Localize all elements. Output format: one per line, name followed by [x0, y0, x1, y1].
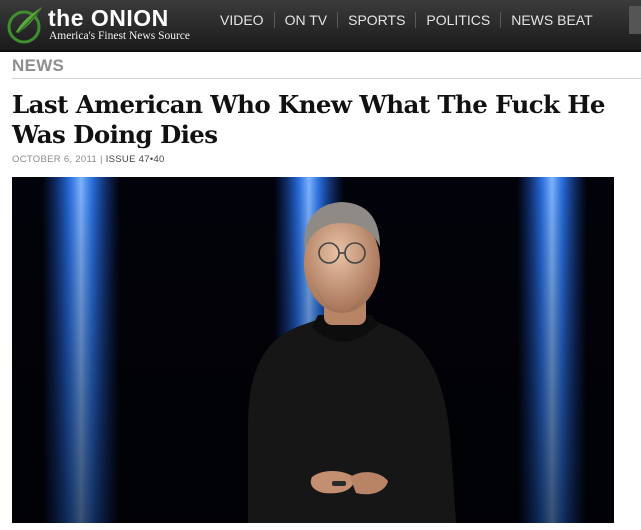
- article-date: OCTOBER 6, 2011: [12, 154, 97, 165]
- nav-item-news-beat[interactable]: NEWS BEAT: [500, 12, 602, 28]
- logo-wordmark: the ONION: [48, 5, 169, 31]
- article-issue: ISSUE 47•40: [105, 154, 165, 165]
- main-nav: VIDEO ON TV SPORTS POLITICS NEWS BEAT: [210, 0, 603, 40]
- meta-separator: |: [99, 154, 103, 165]
- article-headline: Last American Who Knew What The Fuck He …: [12, 90, 605, 149]
- article-meta: OCTOBER 6, 2011 | ISSUE 47•40: [12, 154, 165, 165]
- section-header: NEWS: [12, 56, 641, 79]
- nav-item-sports[interactable]: SPORTS: [337, 12, 415, 28]
- onion-globe-icon: [7, 7, 42, 44]
- nav-item-politics[interactable]: POLITICS: [415, 12, 500, 28]
- article-photo: [12, 177, 614, 523]
- logo-tagline: America's Finest News Source: [49, 30, 190, 42]
- nav-item-on-tv[interactable]: ON TV: [273, 12, 338, 28]
- site-logo[interactable]: the ONION America's Finest News Source: [6, 3, 206, 47]
- nav-item-video[interactable]: VIDEO: [210, 12, 274, 28]
- stage-presenter-image: [12, 177, 614, 523]
- nav-overflow-edge: [629, 6, 641, 34]
- site-header: the ONION America's Finest News Source V…: [0, 0, 641, 52]
- section-label[interactable]: NEWS: [12, 56, 64, 75]
